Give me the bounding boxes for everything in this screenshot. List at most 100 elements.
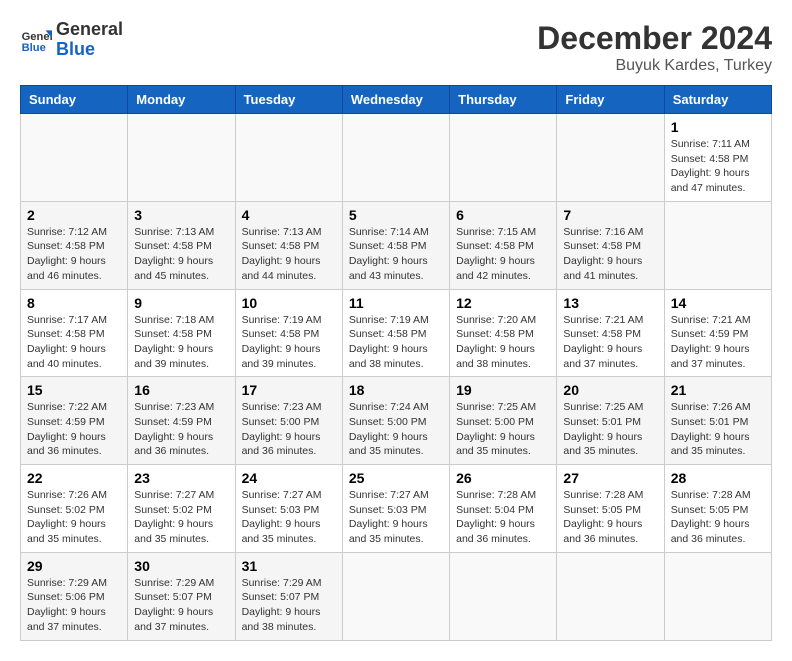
calendar-cell (664, 201, 771, 289)
day-info: Sunrise: 7:19 AM Sunset: 4:58 PM Dayligh… (349, 313, 443, 372)
week-row-4: 15Sunrise: 7:22 AM Sunset: 4:59 PM Dayli… (21, 377, 772, 465)
calendar-cell: 13 Sunrise: 7:21 AM Sunset: 4:58 PM Dayli… (557, 289, 664, 377)
calendar-cell: 23Sunrise: 7:27 AM Sunset: 5:02 PM Dayli… (128, 465, 235, 553)
logo: General Blue General Blue (20, 20, 123, 60)
calendar-cell: 21 Sunrise: 7:26 AM Sunset: 5:01 PM Dayli… (664, 377, 771, 465)
svg-text:General: General (22, 31, 52, 43)
calendar-cell (557, 114, 664, 202)
calendar-cell: 15Sunrise: 7:22 AM Sunset: 4:59 PM Dayli… (21, 377, 128, 465)
logo-icon: General Blue (20, 24, 52, 56)
day-info: Sunrise: 7:25 AM Sunset: 5:00 PM Dayligh… (456, 400, 550, 459)
day-info: Sunrise: 7:26 AM Sunset: 5:01 PM Dayligh… (671, 400, 765, 459)
calendar-cell (664, 552, 771, 640)
calendar-body: 1Sunrise: 7:11 AM Sunset: 4:58 PM Daylig… (21, 114, 772, 641)
svg-text:Blue: Blue (22, 42, 46, 54)
calendar-cell: 14 Sunrise: 7:21 AM Sunset: 4:59 PM Dayli… (664, 289, 771, 377)
day-number: 7 (563, 207, 657, 223)
day-info: Sunrise: 7:21 AM Sunset: 4:59 PM Dayligh… (671, 313, 765, 372)
title-area: December 2024 Buyuk Kardes, Turkey (537, 20, 772, 75)
calendar-cell (450, 114, 557, 202)
calendar-cell: 5Sunrise: 7:14 AM Sunset: 4:58 PM Daylig… (342, 201, 449, 289)
calendar-cell: 27Sunrise: 7:28 AM Sunset: 5:05 PM Dayli… (557, 465, 664, 553)
calendar-cell: 30 Sunrise: 7:29 AM Sunset: 5:07 PM Dayli… (128, 552, 235, 640)
calendar-cell: 24Sunrise: 7:27 AM Sunset: 5:03 PM Dayli… (235, 465, 342, 553)
day-header-sunday: Sunday (21, 86, 128, 114)
day-number: 21 (671, 382, 765, 398)
day-number: 25 (349, 470, 443, 486)
day-number: 9 (134, 295, 228, 311)
day-info: Sunrise: 7:24 AM Sunset: 5:00 PM Dayligh… (349, 400, 443, 459)
day-info: Sunrise: 7:19 AM Sunset: 4:58 PM Dayligh… (242, 313, 336, 372)
day-number: 8 (27, 295, 121, 311)
header: General Blue General Blue December 2024 … (20, 20, 772, 75)
calendar-cell (342, 552, 449, 640)
day-number: 31 (242, 558, 336, 574)
day-number: 12 (456, 295, 550, 311)
day-info: Sunrise: 7:23 AM Sunset: 5:00 PM Dayligh… (242, 400, 336, 459)
day-number: 29 (27, 558, 121, 574)
calendar-cell: 26 Sunrise: 7:28 AM Sunset: 5:04 PM Dayli… (450, 465, 557, 553)
day-number: 10 (242, 295, 336, 311)
day-info: Sunrise: 7:18 AM Sunset: 4:58 PM Dayligh… (134, 313, 228, 372)
calendar-cell: 22 Sunrise: 7:26 AM Sunset: 5:02 PM Dayli… (21, 465, 128, 553)
calendar-cell: 7 Sunrise: 7:16 AM Sunset: 4:58 PM Daylig… (557, 201, 664, 289)
day-header-tuesday: Tuesday (235, 86, 342, 114)
calendar-cell (557, 552, 664, 640)
calendar-cell: 4Sunrise: 7:13 AM Sunset: 4:58 PM Daylig… (235, 201, 342, 289)
day-info: Sunrise: 7:15 AM Sunset: 4:58 PM Dayligh… (456, 225, 550, 284)
day-number: 22 (27, 470, 121, 486)
day-header-wednesday: Wednesday (342, 86, 449, 114)
day-info: Sunrise: 7:28 AM Sunset: 5:05 PM Dayligh… (671, 488, 765, 547)
day-number: 20 (563, 382, 657, 398)
day-number: 18 (349, 382, 443, 398)
calendar-cell: 2 Sunrise: 7:12 AM Sunset: 4:58 PM Daylig… (21, 201, 128, 289)
day-info: Sunrise: 7:21 AM Sunset: 4:58 PM Dayligh… (563, 313, 657, 372)
day-info: Sunrise: 7:28 AM Sunset: 5:04 PM Dayligh… (456, 488, 550, 547)
calendar-cell: 17 Sunrise: 7:23 AM Sunset: 5:00 PM Dayli… (235, 377, 342, 465)
calendar-cell: 29 Sunrise: 7:29 AM Sunset: 5:06 PM Dayli… (21, 552, 128, 640)
day-info: Sunrise: 7:16 AM Sunset: 4:58 PM Dayligh… (563, 225, 657, 284)
day-number: 14 (671, 295, 765, 311)
day-info: Sunrise: 7:23 AM Sunset: 4:59 PM Dayligh… (134, 400, 228, 459)
day-number: 11 (349, 295, 443, 311)
day-number: 30 (134, 558, 228, 574)
day-header-monday: Monday (128, 86, 235, 114)
calendar-cell (342, 114, 449, 202)
calendar-cell: 19Sunrise: 7:25 AM Sunset: 5:00 PM Dayli… (450, 377, 557, 465)
day-number: 3 (134, 207, 228, 223)
calendar-cell: 1Sunrise: 7:11 AM Sunset: 4:58 PM Daylig… (664, 114, 771, 202)
logo-text: General Blue (56, 20, 123, 60)
day-number: 17 (242, 382, 336, 398)
day-number: 16 (134, 382, 228, 398)
day-number: 26 (456, 470, 550, 486)
day-header-saturday: Saturday (664, 86, 771, 114)
month-title: December 2024 (537, 20, 772, 57)
day-number: 2 (27, 207, 121, 223)
day-info: Sunrise: 7:26 AM Sunset: 5:02 PM Dayligh… (27, 488, 121, 547)
day-header-friday: Friday (557, 86, 664, 114)
day-info: Sunrise: 7:12 AM Sunset: 4:58 PM Dayligh… (27, 225, 121, 284)
week-row-3: 8Sunrise: 7:17 AM Sunset: 4:58 PM Daylig… (21, 289, 772, 377)
week-row-5: 22 Sunrise: 7:26 AM Sunset: 5:02 PM Dayli… (21, 465, 772, 553)
week-row-6: 29 Sunrise: 7:29 AM Sunset: 5:06 PM Dayli… (21, 552, 772, 640)
calendar-cell (128, 114, 235, 202)
calendar-cell: 12 Sunrise: 7:20 AM Sunset: 4:58 PM Dayli… (450, 289, 557, 377)
day-info: Sunrise: 7:27 AM Sunset: 5:02 PM Dayligh… (134, 488, 228, 547)
day-info: Sunrise: 7:29 AM Sunset: 5:06 PM Dayligh… (27, 576, 121, 635)
day-info: Sunrise: 7:13 AM Sunset: 4:58 PM Dayligh… (134, 225, 228, 284)
week-row-2: 2 Sunrise: 7:12 AM Sunset: 4:58 PM Daylig… (21, 201, 772, 289)
day-number: 5 (349, 207, 443, 223)
day-number: 13 (563, 295, 657, 311)
day-info: Sunrise: 7:11 AM Sunset: 4:58 PM Dayligh… (671, 137, 765, 196)
calendar-cell: 18 Sunrise: 7:24 AM Sunset: 5:00 PM Dayli… (342, 377, 449, 465)
calendar-cell: 11 Sunrise: 7:19 AM Sunset: 4:58 PM Dayli… (342, 289, 449, 377)
day-header-thursday: Thursday (450, 86, 557, 114)
day-info: Sunrise: 7:25 AM Sunset: 5:01 PM Dayligh… (563, 400, 657, 459)
day-info: Sunrise: 7:29 AM Sunset: 5:07 PM Dayligh… (134, 576, 228, 635)
day-info: Sunrise: 7:13 AM Sunset: 4:58 PM Dayligh… (242, 225, 336, 284)
day-info: Sunrise: 7:27 AM Sunset: 5:03 PM Dayligh… (349, 488, 443, 547)
calendar-cell: 6Sunrise: 7:15 AM Sunset: 4:58 PM Daylig… (450, 201, 557, 289)
day-number: 28 (671, 470, 765, 486)
day-number: 24 (242, 470, 336, 486)
day-info: Sunrise: 7:20 AM Sunset: 4:58 PM Dayligh… (456, 313, 550, 372)
